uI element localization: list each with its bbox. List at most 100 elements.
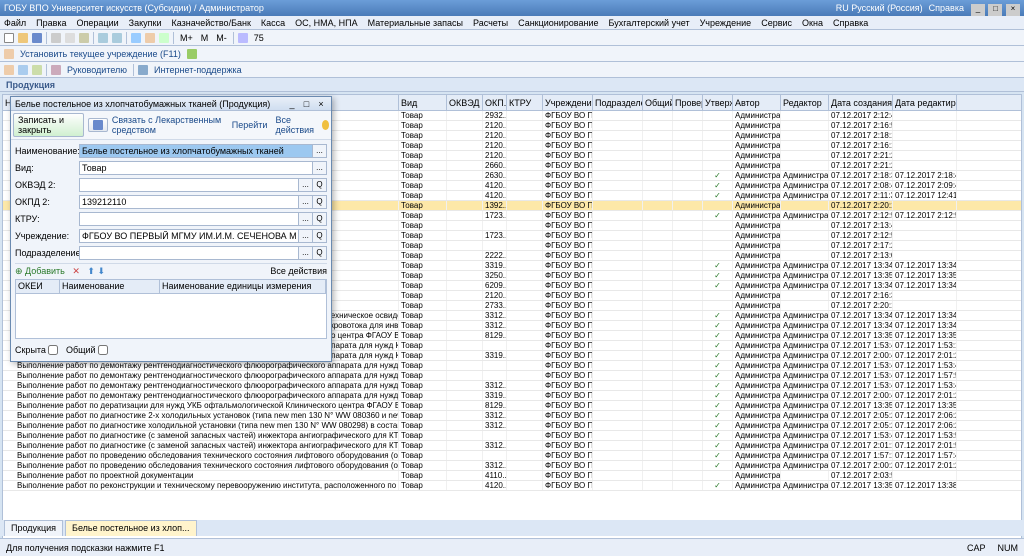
- table-row[interactable]: Выполнение работ по демонтажу рентгеноди…: [3, 371, 1021, 381]
- table-row[interactable]: Выполнение работ по диагностике (с замен…: [3, 441, 1021, 451]
- help-icon[interactable]: [322, 120, 329, 130]
- table-row[interactable]: Выполнение работ по демонтажу рентгеноди…: [3, 391, 1021, 401]
- table-row[interactable]: Выполнение работ по дератизации для нужд…: [3, 401, 1021, 411]
- menu-uchr[interactable]: Учреждение: [700, 16, 752, 29]
- undo-icon[interactable]: [98, 33, 108, 43]
- redo-icon[interactable]: [112, 33, 122, 43]
- select-icon[interactable]: ...: [313, 161, 327, 175]
- ktru-input[interactable]: [79, 212, 299, 226]
- col-dred[interactable]: Дата редактирования: [893, 95, 957, 110]
- menu-mat[interactable]: Материальные запасы: [368, 16, 463, 29]
- table-row[interactable]: Выполнение работ по реконструкции и техн…: [3, 481, 1021, 491]
- select-icon[interactable]: ...: [299, 229, 313, 243]
- common-checkbox[interactable]: Общий: [66, 345, 108, 355]
- col-ktru[interactable]: КТРУ: [507, 95, 543, 110]
- list-icon[interactable]: [32, 65, 42, 75]
- col-dsoz[interactable]: Дата создания: [829, 95, 893, 110]
- dialog-maximize-icon[interactable]: □: [300, 97, 312, 111]
- maximize-icon[interactable]: □: [988, 4, 1002, 16]
- report-icon[interactable]: [4, 65, 14, 75]
- user-icon[interactable]: [51, 65, 61, 75]
- table-row[interactable]: Выполнение работ по диагностике холодиль…: [3, 421, 1021, 431]
- col-avt[interactable]: Автор: [733, 95, 781, 110]
- copy-icon[interactable]: [65, 33, 75, 43]
- calc-icon[interactable]: [145, 33, 155, 43]
- menu-buh[interactable]: Бухгалтерский учет: [609, 16, 690, 29]
- menu-os[interactable]: ОС, НМА, НПА: [295, 16, 357, 29]
- col-okp[interactable]: ОКП...: [483, 95, 507, 110]
- sub-col-unit[interactable]: Наименование единицы измерения: [160, 280, 326, 293]
- up-icon[interactable]: ⬆: [87, 266, 95, 276]
- dialog-minimize-icon[interactable]: _: [286, 97, 298, 111]
- menu-file[interactable]: Файл: [4, 16, 26, 29]
- internet-support-link[interactable]: Интернет-поддержка: [152, 63, 244, 77]
- link-medicine[interactable]: Связать с Лекарственным средством: [112, 115, 228, 135]
- menu-edit[interactable]: Правка: [36, 16, 66, 29]
- uchr-input[interactable]: [79, 229, 299, 243]
- lookup-icon[interactable]: Q: [313, 246, 327, 260]
- globe-icon[interactable]: [138, 65, 148, 75]
- calendar-icon[interactable]: [159, 33, 169, 43]
- menu-kassa[interactable]: Касса: [261, 16, 285, 29]
- dialog-close-icon[interactable]: ×: [315, 97, 327, 111]
- zoom-icon[interactable]: [238, 33, 248, 43]
- col-prov[interactable]: Проверен: [673, 95, 703, 110]
- table-row[interactable]: Выполнение работ по демонтажу рентгеноди…: [3, 381, 1021, 391]
- m-plus-icon[interactable]: M+: [178, 31, 195, 45]
- down-icon[interactable]: ⬇: [97, 266, 105, 276]
- vid-input[interactable]: [79, 161, 313, 175]
- col-uchr[interactable]: Учреждение: [543, 95, 593, 110]
- m-icon[interactable]: M: [199, 31, 211, 45]
- sub-col-name[interactable]: Наименование: [60, 280, 160, 293]
- select-icon[interactable]: ...: [299, 195, 313, 209]
- minimize-icon[interactable]: _: [971, 4, 985, 16]
- menu-windows[interactable]: Окна: [802, 16, 823, 29]
- table-row[interactable]: Выполнение работ по проведению обследова…: [3, 461, 1021, 471]
- delete-icon[interactable]: ✕: [72, 266, 80, 276]
- all-actions-link[interactable]: Все действия: [275, 115, 317, 135]
- cut-icon[interactable]: [51, 33, 61, 43]
- open-icon[interactable]: [18, 33, 28, 43]
- select-icon[interactable]: ...: [299, 178, 313, 192]
- col-vid[interactable]: Вид: [399, 95, 447, 110]
- save-icon[interactable]: [32, 33, 42, 43]
- menu-rasch[interactable]: Расчеты: [473, 16, 508, 29]
- name-input[interactable]: [79, 144, 313, 158]
- language-label[interactable]: RU Русский (Россия): [836, 0, 923, 16]
- lookup-icon[interactable]: Q: [313, 229, 327, 243]
- col-podr[interactable]: Подразделение: [593, 95, 643, 110]
- sub-col-okei[interactable]: ОКЕИ: [16, 280, 60, 293]
- table-row[interactable]: Выполнение работ по демонтажу рентгеноди…: [3, 361, 1021, 371]
- lookup-icon[interactable]: Q: [313, 195, 327, 209]
- col-red[interactable]: Редактор: [781, 95, 829, 110]
- select-icon[interactable]: ...: [299, 212, 313, 226]
- menu-service[interactable]: Сервис: [761, 16, 792, 29]
- manager-link[interactable]: Руководителю: [65, 63, 129, 77]
- select-icon[interactable]: ...: [313, 144, 327, 158]
- refresh-icon[interactable]: [187, 49, 197, 59]
- tab-current-item[interactable]: Белье постельное из хлоп...: [65, 520, 196, 536]
- col-obsh[interactable]: Общий: [643, 95, 673, 110]
- select-icon[interactable]: ...: [299, 246, 313, 260]
- menu-sank[interactable]: Санкционирование: [518, 16, 598, 29]
- doc-icon[interactable]: [18, 65, 28, 75]
- set-current-org-link[interactable]: Установить текущее учреждение (F11): [18, 47, 183, 61]
- table-row[interactable]: Выполнение работ по диагностике (с замен…: [3, 431, 1021, 441]
- col-okved[interactable]: ОКВЭД 2: [447, 95, 483, 110]
- col-utv[interactable]: Утвержден: [703, 95, 733, 110]
- add-button[interactable]: ⊕ Добавить: [15, 266, 65, 276]
- paste-icon[interactable]: [79, 33, 89, 43]
- hidden-checkbox[interactable]: Скрыта: [15, 345, 58, 355]
- help-label[interactable]: Справка: [929, 0, 964, 16]
- lookup-icon[interactable]: Q: [313, 212, 327, 226]
- table-row[interactable]: Выполнение работ по проектной документац…: [3, 471, 1021, 481]
- zoom-value[interactable]: 75: [252, 31, 266, 45]
- lookup-icon[interactable]: Q: [313, 178, 327, 192]
- save-button[interactable]: [88, 118, 108, 133]
- goto-link[interactable]: Перейти: [232, 120, 268, 130]
- units-table[interactable]: ОКЕИ Наименование Наименование единицы и…: [15, 279, 327, 339]
- table-row[interactable]: Выполнение работ по проведению обследова…: [3, 451, 1021, 461]
- house-icon[interactable]: [4, 49, 14, 59]
- tab-products[interactable]: Продукция: [4, 520, 63, 536]
- podr-input[interactable]: [79, 246, 299, 260]
